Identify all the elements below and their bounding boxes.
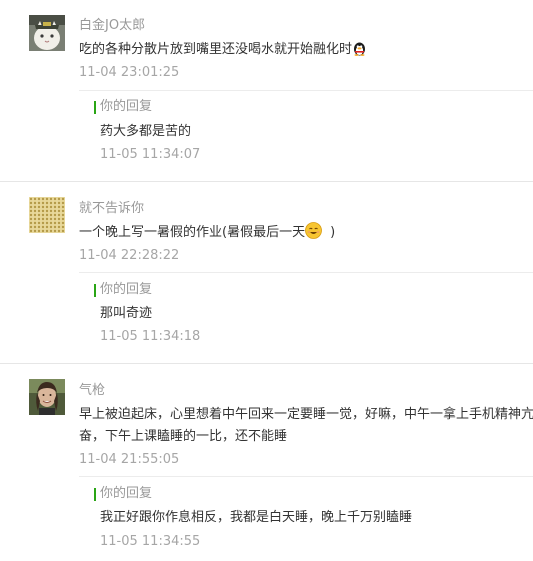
comment-username[interactable]: 气枪: [79, 383, 105, 399]
reply-accent-bar: [94, 101, 96, 114]
reply-block: 你的回复 我正好跟你作息相反，我都是白天睡，晚上千万别瞌睡 11-05 11:3…: [79, 476, 533, 561]
comment-username[interactable]: 白金JO太郎: [79, 18, 145, 34]
comment-time: 11-04 22:28:22: [79, 248, 180, 263]
comment-item: 气枪 早上被迫起床，心里想着中午回来一定要睡一觉，好嘛，中午一拿上手机精神亢 奋…: [0, 364, 533, 560]
reply-label: 你的回复: [100, 99, 153, 114]
smiley-icon: [305, 222, 322, 247]
comment-text-line: 早上被迫起床，心里想着中午回来一定要睡一觉，好嘛，中午一拿上手机精神亢: [79, 407, 533, 422]
reply-accent-bar: [94, 488, 96, 501]
comment-item: 就不告诉你 一个晚上写一暑假的作业(暑假最后一天 ) 11-04 22:28:2…: [0, 182, 533, 363]
avatar[interactable]: [29, 15, 65, 51]
comment-content: 吃的各种分散片放到嘴里还没喝水就开始融化时: [79, 39, 367, 64]
reply-text: 药大多都是苦的: [100, 124, 192, 139]
reply-block: 你的回复 药大多都是苦的 11-05 11:34:07: [79, 90, 533, 181]
comment-time: 11-04 21:55:05: [79, 452, 180, 467]
cat-avatar-icon: [29, 15, 65, 51]
reply-accent-bar: [94, 284, 96, 297]
reply-text: 那叫奇迹: [100, 306, 153, 321]
comment-text-line: 奋，下午上课瞌睡的一比，还不能睡: [79, 429, 288, 444]
pattern-avatar-icon: [29, 197, 65, 233]
reply-label: 你的回复: [100, 282, 153, 297]
comment-item: 白金JO太郎 吃的各种分散片放到嘴里还没喝水就开始融化时 11-04 23:01…: [0, 0, 533, 181]
avatar[interactable]: [29, 197, 65, 233]
reply-time: 11-05 11:34:55: [100, 534, 201, 549]
comment-text-suffix: ): [330, 225, 336, 240]
reply-time: 11-05 11:34:18: [100, 329, 201, 344]
comment-username[interactable]: 就不告诉你: [79, 201, 144, 217]
comment-content: 早上被迫起床，心里想着中午回来一定要睡一觉，好嘛，中午一拿上手机精神亢 奋，下午…: [79, 404, 533, 448]
comment-content: 一个晚上写一暑假的作业(暑假最后一天 ): [79, 222, 335, 247]
avatar[interactable]: [29, 379, 65, 415]
reply-block: 你的回复 那叫奇迹 11-05 11:34:18: [79, 272, 533, 363]
qq-penguin-icon: [352, 41, 367, 64]
reply-time: 11-05 11:34:07: [100, 147, 201, 162]
comment-text: 一个晚上写一暑假的作业(暑假最后一天: [79, 225, 306, 240]
comment-time: 11-04 23:01:25: [79, 65, 180, 80]
reply-label: 你的回复: [100, 486, 153, 501]
comment-text: 吃的各种分散片放到嘴里还没喝水就开始融化时: [79, 42, 353, 57]
person-avatar-icon: [29, 379, 65, 415]
reply-text: 我正好跟你作息相反，我都是白天睡，晚上千万别瞌睡: [100, 510, 413, 525]
